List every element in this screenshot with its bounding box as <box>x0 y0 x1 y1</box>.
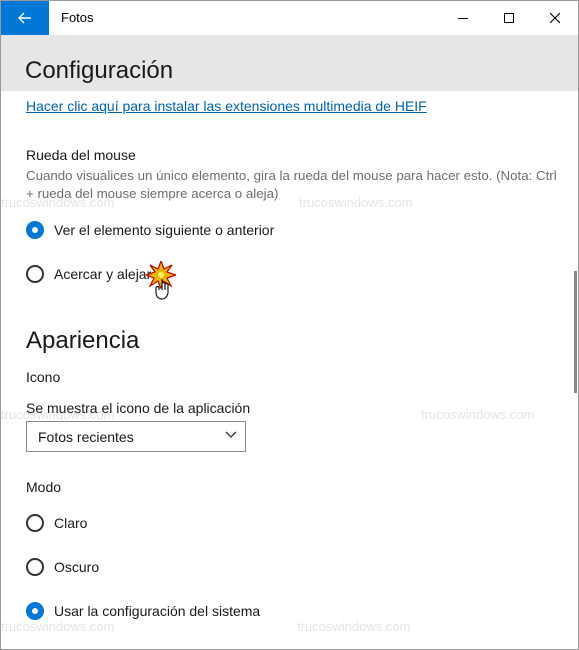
scrollbar-thumb[interactable] <box>574 271 577 393</box>
app-title: Fotos <box>61 10 94 25</box>
icon-label: Icono <box>26 369 61 385</box>
radio-next-previous[interactable]: Ver el elemento siguiente o anterior <box>26 219 274 241</box>
maximize-icon <box>504 13 514 23</box>
icon-sublabel: Se muestra el icono de la aplicación <box>26 400 251 416</box>
arrow-left-icon <box>18 12 31 24</box>
chevron-down-icon <box>225 431 237 438</box>
close-button[interactable] <box>532 1 578 35</box>
mouse-wheel-label: Rueda del mouse <box>26 147 136 163</box>
watermark: trucoswindows.com <box>297 619 411 634</box>
settings-header: Configuración <box>1 35 578 91</box>
appearance-heading: Apariencia <box>26 327 140 354</box>
watermark: trucoswindows.com <box>421 407 535 422</box>
title-bar: Fotos <box>1 1 578 35</box>
maximize-button[interactable] <box>486 1 532 35</box>
app-icon-dropdown[interactable]: Fotos recientes <box>26 421 246 452</box>
minimize-icon <box>458 18 468 19</box>
mode-label: Modo <box>26 479 62 495</box>
heif-extensions-link[interactable]: Hacer clic aquí para instalar las extens… <box>26 98 427 114</box>
radio-label: Oscuro <box>54 559 100 575</box>
app-window: Fotos Configuración trucoswindows.com tr… <box>0 0 579 650</box>
mouse-wheel-description: Cuando visualices un único elemento, gir… <box>26 168 557 201</box>
minimize-button[interactable] <box>440 1 486 35</box>
radio-button-checked[interactable] <box>26 221 44 239</box>
dropdown-value: Fotos recientes <box>38 428 134 445</box>
page-title: Configuración <box>25 57 174 84</box>
radio-label: Usar la configuración del sistema <box>54 603 261 619</box>
radio-button[interactable] <box>26 265 44 283</box>
radio-light-mode[interactable]: Claro <box>26 512 87 534</box>
radio-button-checked[interactable] <box>26 602 44 620</box>
radio-system-mode[interactable]: Usar la configuración del sistema <box>26 600 260 622</box>
hand-cursor-icon <box>146 261 176 300</box>
radio-label: Ver el elemento siguiente o anterior <box>54 222 275 238</box>
radio-label: Claro <box>54 515 88 531</box>
settings-content: trucoswindows.com trucoswindows.com truc… <box>1 91 578 649</box>
radio-zoom[interactable]: Acercar y alejar <box>26 263 151 285</box>
back-button[interactable] <box>1 1 49 35</box>
radio-button[interactable] <box>26 514 44 532</box>
close-icon <box>550 13 560 23</box>
radio-label: Acercar y alejar <box>54 266 152 282</box>
radio-dark-mode[interactable]: Oscuro <box>26 556 99 578</box>
radio-button[interactable] <box>26 558 44 576</box>
